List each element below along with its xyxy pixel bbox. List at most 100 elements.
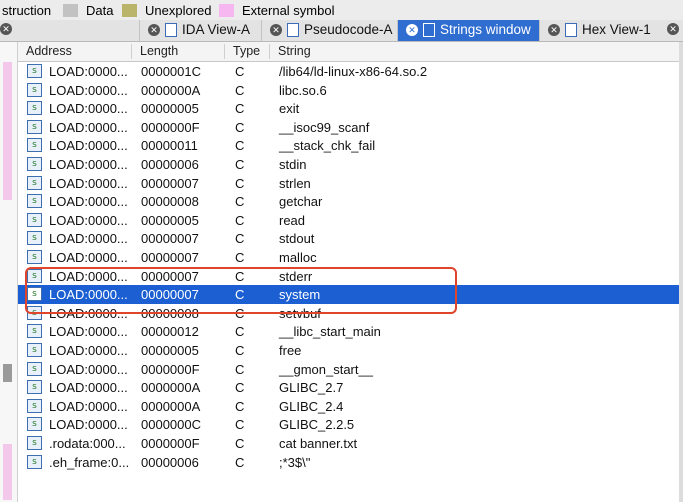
string-item-icon: s — [27, 361, 42, 376]
cell-string: GLIBC_2.2.5 — [279, 417, 355, 433]
strings-view-icon — [423, 23, 435, 37]
cell-type: C — [235, 175, 245, 191]
table-row[interactable]: s .rodata:000... 0000000F Ccat banner.txt — [18, 434, 683, 453]
strings-table-header: Address Length Type String — [18, 42, 683, 62]
table-row[interactable]: s LOAD:0000... 00000011 C __stack_chk_fail — [18, 136, 683, 155]
table-row[interactable]: s .eh_frame:0... 00000006 C ;*3$\" — [18, 453, 683, 472]
string-item-icon: s — [27, 119, 42, 134]
cell-type: C — [235, 212, 245, 228]
string-item-icon: s — [27, 380, 42, 395]
left-navigation-strip[interactable] — [0, 42, 18, 502]
tab-bar: ✕ ✕ IDA View-A ✕ Pseudocode-A ✕ Strings … — [0, 20, 683, 42]
cell-address: LOAD:0000... — [49, 82, 128, 98]
string-item-icon: s — [27, 138, 42, 153]
cell-address: .eh_frame:0... — [49, 454, 130, 470]
cell-length: 0000001C — [141, 64, 201, 79]
cell-type: C — [235, 101, 245, 117]
external-symbol-marker — [3, 444, 12, 500]
tab-scroll-left-icon[interactable]: ✕ — [0, 23, 12, 35]
string-item-icon: s — [27, 436, 42, 450]
cell-length: 0000000F — [141, 119, 200, 135]
cell-length: 00000012 — [141, 324, 199, 340]
table-row[interactable]: s LOAD:0000... 00000012 C __libc_start_main — [18, 322, 683, 341]
cell-address: LOAD:0000... — [49, 380, 128, 396]
tab-label: IDA View-A — [182, 22, 251, 37]
close-tab-icon[interactable]: ✕ — [270, 24, 282, 36]
tab-strings-window[interactable]: ✕ Strings window — [397, 20, 540, 41]
table-row[interactable]: s LOAD:0000... 00000005 Cfree — [18, 341, 683, 360]
column-header-type[interactable]: Type — [224, 44, 269, 59]
cell-type: C — [235, 398, 245, 414]
table-row[interactable]: s LOAD:0000... 00000007 Cstdout — [18, 229, 683, 248]
tab-hex-view-1[interactable]: ✕ Hex View-1 — [539, 20, 662, 41]
cell-type: C — [235, 194, 245, 210]
cell-string: stdin — [279, 157, 307, 172]
table-row[interactable]: s LOAD:0000... 0000000F C __gmon_start__ — [18, 360, 683, 379]
cell-string: __gmon_start__ — [279, 361, 373, 377]
cell-string: strlen — [279, 175, 311, 191]
string-item-icon: s — [27, 324, 42, 339]
cell-string: GLIBC_2.4 — [279, 398, 344, 414]
legend-label-external-symbol: External symbol — [242, 3, 335, 18]
tab-pseudocode-a[interactable]: ✕ Pseudocode-A — [261, 20, 398, 41]
column-header-address[interactable]: Address — [18, 44, 136, 59]
cell-address: LOAD:0000... — [49, 324, 128, 340]
external-symbol-marker — [3, 62, 12, 200]
cell-string: free — [279, 343, 302, 358]
cell-address: LOAD:0000... — [49, 398, 128, 414]
table-row[interactable]: s LOAD:0000... 00000007 Cstrlen — [18, 174, 683, 193]
table-row[interactable]: s LOAD:0000... 0000000A Clibc.so.6 — [18, 81, 683, 100]
cell-string: getchar — [279, 194, 323, 210]
cell-address: LOAD:0000... — [49, 417, 128, 433]
tab-scroll-right-icon[interactable]: ✕ — [667, 23, 679, 35]
table-row[interactable]: s LOAD:0000... 00000005 Cread — [18, 211, 683, 230]
string-item-icon: s — [27, 231, 42, 246]
close-tab-icon[interactable]: ✕ — [406, 24, 418, 36]
string-item-icon: s — [27, 454, 42, 469]
table-row[interactable]: s LOAD:0000... 00000005 Cexit — [18, 99, 683, 118]
cell-length: 00000006 — [141, 454, 199, 470]
cell-length: 0000000F — [141, 361, 200, 377]
legend-label-data: Data — [86, 3, 114, 18]
cell-type: C — [235, 82, 245, 98]
table-row[interactable]: s LOAD:0000... 0000000A C GLIBC_2.4 — [18, 397, 683, 416]
hex-view-icon — [565, 23, 577, 37]
cell-address: LOAD:0000... — [49, 361, 128, 377]
cell-string: __libc_start_main — [279, 324, 381, 340]
column-header-string[interactable]: String — [269, 44, 678, 59]
disassembly-view-icon — [165, 23, 177, 37]
string-item-icon: s — [27, 157, 42, 171]
cell-string: /lib64/ld-linux-x86-64.so.2 — [279, 64, 428, 79]
vertical-scrollbar[interactable] — [679, 42, 683, 502]
cell-address: LOAD:0000... — [49, 138, 128, 154]
table-row[interactable]: s LOAD:0000... 0000001C C/lib64/ld-linux-x8… — [18, 62, 683, 81]
cell-string: cat banner.txt — [279, 436, 358, 451]
cell-address: .rodata:000... — [49, 436, 126, 451]
table-row[interactable]: s LOAD:0000... 0000000A C GLIBC_2.7 — [18, 378, 683, 397]
cell-address: LOAD:0000... — [49, 101, 128, 117]
tab-label: Strings window — [440, 22, 531, 37]
cell-length: 0000000A — [141, 398, 201, 414]
table-row[interactable]: s LOAD:0000... 00000007 Cmalloc — [18, 248, 683, 267]
cell-type: C — [235, 436, 245, 451]
cell-length: 00000005 — [141, 343, 199, 358]
table-row[interactable]: s LOAD:0000... 00000008 Cgetchar — [18, 192, 683, 211]
cell-length: 00000008 — [141, 194, 199, 210]
cell-length: 00000011 — [141, 138, 198, 154]
tab-label: Hex View-1 — [582, 22, 651, 37]
cell-string: __isoc99_scanf — [279, 119, 370, 135]
column-header-length[interactable]: Length — [131, 44, 220, 59]
string-item-icon: s — [27, 64, 42, 78]
tab-ida-view-a[interactable]: ✕ IDA View-A — [139, 20, 262, 41]
table-row[interactable]: s LOAD:0000... 0000000C C GLIBC_2.2.5 — [18, 415, 683, 434]
close-tab-icon[interactable]: ✕ — [148, 24, 160, 36]
cell-string: stdout — [279, 231, 315, 247]
cell-type: C — [235, 343, 245, 358]
string-item-icon: s — [27, 212, 42, 227]
close-tab-icon[interactable]: ✕ — [548, 24, 560, 36]
table-row[interactable]: s LOAD:0000... 0000000F C __isoc99_scanf — [18, 118, 683, 137]
table-row[interactable]: s LOAD:0000... 00000006 Cstdin — [18, 155, 683, 174]
cell-type: C — [235, 64, 245, 79]
data-marker — [3, 364, 12, 382]
highlight-annotation-box — [25, 267, 457, 314]
